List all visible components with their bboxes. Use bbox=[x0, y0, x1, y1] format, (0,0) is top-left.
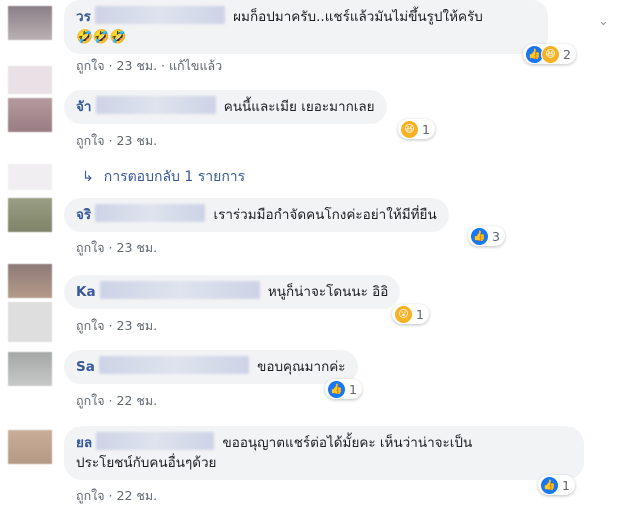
like-reaction-icon: 👍 bbox=[470, 226, 489, 246]
separator: · bbox=[104, 488, 117, 503]
reaction-count: 2 bbox=[563, 46, 571, 62]
comment-text: หนูก็น่าจะโดนนะ อิอิ bbox=[267, 284, 389, 300]
avatar[interactable] bbox=[8, 198, 52, 232]
reaction-summary[interactable]: 👍 1 bbox=[325, 379, 362, 399]
reaction-summary[interactable]: 👍 3 bbox=[468, 226, 505, 246]
comment-bubble: วร ผมก็อปมาครับ..แชร์แล้วมันไม่ขึ้นรูปให… bbox=[64, 0, 548, 54]
reaction-summary[interactable]: 😮 1 bbox=[392, 304, 429, 324]
redacted-name bbox=[95, 96, 216, 114]
chevron-down-icon[interactable]: ⌄ bbox=[598, 14, 612, 29]
comment-meta: ถูกใจ · 23 ชม. bbox=[76, 316, 157, 336]
comment-meta: ถูกใจ · 23 ชม. bbox=[76, 131, 157, 151]
redacted-name bbox=[94, 6, 225, 24]
view-replies-link[interactable]: ↳ การตอบกลับ 1 รายการ bbox=[82, 166, 245, 188]
comment-text: ขอบคุณมากค่ะ bbox=[257, 359, 346, 375]
timestamp[interactable]: 22 ชม. bbox=[117, 393, 158, 408]
like-link[interactable]: ถูกใจ bbox=[76, 240, 105, 255]
reaction-count: 1 bbox=[562, 477, 570, 493]
reply-arrow-icon: ↳ bbox=[82, 169, 94, 185]
reaction-count: 1 bbox=[422, 121, 430, 137]
comment-meta: ถูกใจ · 23 ชม. · แก้ไขแล้ว bbox=[76, 56, 222, 76]
reaction-count: 1 bbox=[416, 306, 424, 322]
commenter-name[interactable]: วร bbox=[76, 9, 91, 25]
comment-meta: ถูกใจ · 23 ชม. bbox=[76, 238, 157, 258]
comment-bubble: จริ เราร่วมมือกำจัดคนโกงค่ะอย่าให้มีที่ย… bbox=[64, 198, 449, 232]
haha-reaction-icon: 😆 bbox=[541, 44, 560, 64]
comment-text: ผมก็อปมาครับ..แชร์แล้วมันไม่ขึ้นรูปให้คร… bbox=[233, 9, 483, 25]
like-link[interactable]: ถูกใจ bbox=[76, 393, 105, 408]
like-reaction-icon: 👍 bbox=[327, 379, 346, 399]
avatar-top bbox=[8, 164, 52, 190]
commenter-name[interactable]: Sa bbox=[76, 359, 95, 375]
timestamp[interactable]: 23 ชม. bbox=[117, 240, 158, 255]
like-link[interactable]: ถูกใจ bbox=[76, 488, 105, 503]
redacted-name bbox=[98, 356, 249, 374]
avatar[interactable] bbox=[8, 264, 52, 298]
comment-text: ขออนุญาตแชร์ต่อได้มั้ยคะ เห็นว่าน่าจะเป็… bbox=[222, 435, 473, 451]
comment-meta: ถูกใจ · 22 ชม. bbox=[76, 391, 157, 411]
comment-text: คนนี้และเมีย เยอะมากเลย bbox=[223, 99, 375, 115]
reaction-count: 3 bbox=[492, 228, 500, 244]
separator: · bbox=[104, 318, 117, 333]
separator: · bbox=[157, 58, 169, 73]
reply-count-label[interactable]: การตอบกลับ 1 รายการ bbox=[104, 169, 245, 185]
avatar[interactable] bbox=[8, 430, 52, 464]
commenter-name[interactable]: จริ bbox=[76, 207, 91, 223]
timestamp[interactable]: 23 ชม. bbox=[117, 58, 158, 73]
redacted-name bbox=[99, 281, 260, 299]
like-link[interactable]: ถูกใจ bbox=[76, 58, 105, 73]
timestamp[interactable]: 23 ชม. bbox=[117, 133, 158, 148]
comment-bubble: Sa ขอบคุณมากค่ะ bbox=[64, 350, 358, 384]
comment-text-line2: ประโยชน์กับคนอื่นๆด้วย bbox=[76, 455, 217, 471]
avatar-top bbox=[8, 66, 52, 94]
separator: · bbox=[104, 393, 117, 408]
avatar[interactable] bbox=[8, 352, 52, 386]
reaction-summary[interactable]: 👍 😆 2 bbox=[523, 44, 576, 64]
comment-bubble: Ka หนูก็น่าจะโดนนะ อิอิ bbox=[64, 275, 401, 309]
avatar-top bbox=[8, 302, 52, 342]
reaction-summary[interactable]: 👍 1 bbox=[538, 475, 575, 495]
comment-emojis: 🤣🤣🤣 bbox=[76, 29, 127, 45]
reaction-count: 1 bbox=[349, 381, 357, 397]
separator: · bbox=[104, 133, 117, 148]
redacted-name bbox=[96, 432, 215, 450]
comment-text: เราร่วมมือกำจัดคนโกงค่ะอย่าให้มีที่ยืน bbox=[213, 207, 437, 223]
separator: · bbox=[104, 58, 117, 73]
avatar[interactable] bbox=[8, 98, 52, 132]
comment-bubble: ยล ขออนุญาตแชร์ต่อได้มั้ยคะ เห็นว่าน่าจะ… bbox=[64, 426, 584, 480]
like-link[interactable]: ถูกใจ bbox=[76, 133, 105, 148]
comment-meta: ถูกใจ · 22 ชม. bbox=[76, 486, 157, 506]
commenter-name[interactable]: Ka bbox=[76, 284, 96, 300]
timestamp[interactable]: 22 ชม. bbox=[117, 488, 158, 503]
timestamp[interactable]: 23 ชม. bbox=[117, 318, 158, 333]
separator: · bbox=[104, 240, 117, 255]
reaction-summary[interactable]: 😆 1 bbox=[398, 119, 435, 139]
like-reaction-icon: 👍 bbox=[540, 475, 559, 495]
like-link[interactable]: ถูกใจ bbox=[76, 318, 105, 333]
wow-reaction-icon: 😮 bbox=[394, 304, 413, 324]
comment-bubble: จัา คนนี้และเมีย เยอะมากเลย bbox=[64, 90, 387, 124]
commenter-name[interactable]: จัา bbox=[76, 99, 92, 115]
haha-reaction-icon: 😆 bbox=[400, 119, 419, 139]
edited-label[interactable]: แก้ไขแล้ว bbox=[169, 58, 222, 73]
avatar[interactable] bbox=[8, 6, 52, 40]
commenter-name[interactable]: ยล bbox=[76, 435, 92, 451]
redacted-name bbox=[95, 204, 206, 222]
